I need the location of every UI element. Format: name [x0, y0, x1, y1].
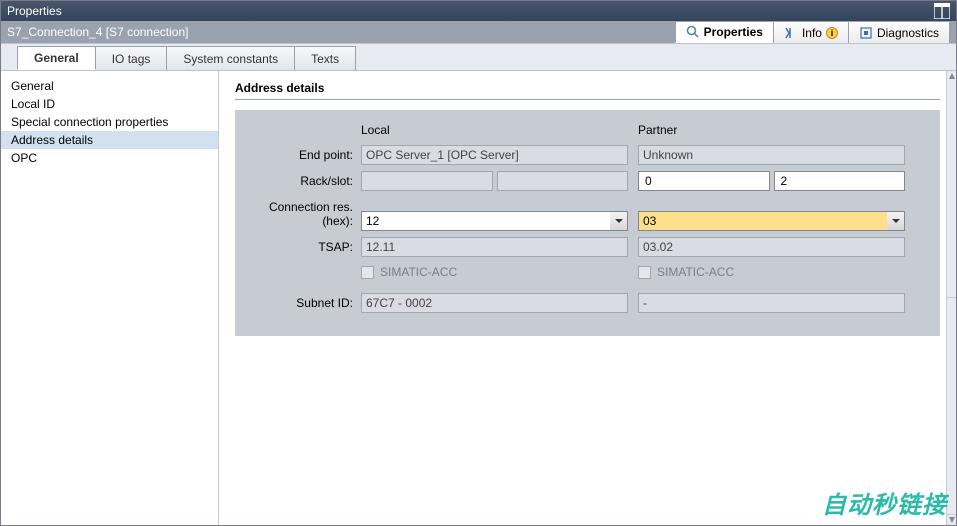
sidebar-item-label: OPC: [11, 151, 37, 165]
label-connres-line2: (hex):: [243, 214, 361, 228]
tab-diagnostics[interactable]: Diagnostics: [848, 21, 950, 43]
tab-info[interactable]: Info i: [773, 21, 849, 43]
sidebar-item-label: General: [11, 79, 54, 93]
info-arrow-icon: [784, 26, 798, 40]
titlebar-title: Properties: [7, 4, 62, 18]
label-tsap: TSAP:: [243, 240, 361, 254]
sidebar-item-label: Local ID: [11, 97, 55, 111]
magnifier-icon: [686, 25, 700, 39]
address-details-form: Local Partner End point: OPC Server_1 [O…: [235, 110, 940, 336]
maintab-system-constants-label: System constants: [183, 52, 278, 66]
right-gutter: [946, 71, 956, 525]
label-subnet: Subnet ID:: [243, 296, 361, 310]
field-value: Unknown: [643, 148, 693, 162]
row-endpoint: End point: OPC Server_1 [OPC Server] Unk…: [243, 144, 924, 166]
maintab-texts-label: Texts: [311, 52, 339, 66]
connres-local-dropdown[interactable]: 12: [361, 211, 628, 231]
row-tsap: TSAP: 12.11 03.02: [243, 236, 924, 258]
slot-local-field: [497, 171, 629, 191]
titlebar: Properties: [1, 1, 956, 21]
gutter-triangle-down-icon[interactable]: [947, 515, 956, 525]
watermark: 自动秒链接: [822, 485, 947, 520]
content-area: Address details Local Partner End point:…: [219, 71, 956, 525]
workarea: General Local ID Special connection prop…: [1, 71, 956, 525]
section-divider: [235, 99, 940, 100]
rack-partner-value[interactable]: [643, 172, 765, 190]
maintab-general[interactable]: General: [17, 46, 96, 70]
tsap-local-field: 12.11: [361, 237, 628, 257]
field-value: 67C7 - 0002: [366, 296, 432, 310]
field-value: 12: [366, 214, 379, 228]
slot-partner-input[interactable]: [774, 171, 906, 191]
panel-layout-icon[interactable]: [934, 3, 950, 19]
tsap-partner-field: 03.02: [638, 237, 905, 257]
rack-local-field: [361, 171, 493, 191]
checkbox-label: SIMATIC-ACC: [380, 265, 457, 279]
gutter-triangle-up-icon[interactable]: [947, 71, 956, 81]
chevron-down-icon[interactable]: [887, 211, 905, 231]
label-endpoint: End point:: [243, 148, 361, 162]
field-value: 03: [643, 214, 656, 228]
maintab-system-constants[interactable]: System constants: [166, 46, 295, 70]
sidebar-item-special-connection[interactable]: Special connection properties: [1, 113, 218, 131]
subtitlebar: S7_Connection_4 [S7 connection] Properti…: [1, 21, 956, 43]
sidebar-item-general[interactable]: General: [1, 77, 218, 95]
maintab-general-label: General: [34, 51, 79, 65]
checkbox-icon: [638, 266, 651, 279]
tab-properties[interactable]: Properties: [675, 21, 774, 43]
chevron-down-icon[interactable]: [610, 211, 628, 231]
field-value: OPC Server_1 [OPC Server]: [366, 148, 519, 162]
section-title: Address details: [219, 71, 956, 97]
sidebar: General Local ID Special connection prop…: [1, 71, 219, 525]
maintab-texts[interactable]: Texts: [294, 46, 356, 70]
col-header-local: Local: [361, 123, 628, 139]
field-value: 03.02: [643, 240, 673, 254]
row-subnet: Subnet ID: 67C7 - 0002 -: [243, 292, 924, 314]
diagnostics-icon: [859, 26, 873, 40]
sidebar-item-label: Address details: [11, 133, 93, 147]
watermark-text: 自动秒链接: [822, 492, 947, 519]
field-value: -: [643, 296, 647, 310]
subnet-partner-field: -: [638, 293, 905, 313]
connres-partner-dropdown[interactable]: 03: [638, 211, 905, 231]
maintab-io-tags-label: IO tags: [112, 52, 151, 66]
simatic-acc-partner-check: SIMATIC-ACC: [638, 265, 734, 279]
endpoint-local-field: OPC Server_1 [OPC Server]: [361, 145, 628, 165]
simatic-acc-local-check: SIMATIC-ACC: [361, 265, 457, 279]
gutter-segment[interactable]: [947, 81, 956, 298]
endpoint-partner-field: Unknown: [638, 145, 905, 165]
maintab-io-tags[interactable]: IO tags: [95, 46, 168, 70]
field-value: 12.11: [366, 240, 395, 254]
sidebar-item-label: Special connection properties: [11, 115, 168, 129]
tab-properties-label: Properties: [704, 25, 763, 39]
tab-diagnostics-label: Diagnostics: [877, 26, 939, 40]
sidebar-item-address-details[interactable]: Address details: [1, 131, 218, 149]
main-tabs: General IO tags System constants Texts: [1, 43, 956, 71]
label-rackslot: Rack/slot:: [243, 174, 361, 188]
checkbox-icon: [361, 266, 374, 279]
rack-partner-input[interactable]: [638, 171, 770, 191]
inspector-tabs: Properties Info i Diagnostics: [676, 21, 950, 43]
col-header-partner: Partner: [638, 123, 905, 139]
sidebar-item-local-id[interactable]: Local ID: [1, 95, 218, 113]
properties-panel: Properties S7_Connection_4 [S7 connectio…: [0, 0, 957, 526]
slot-partner-value[interactable]: [779, 172, 901, 190]
row-rackslot: Rack/slot:: [243, 170, 924, 192]
label-connres-line1: Connection res.: [243, 200, 361, 214]
tab-info-label: Info: [802, 26, 822, 40]
checkbox-label: SIMATIC-ACC: [657, 265, 734, 279]
gutter-segment[interactable]: [947, 298, 956, 515]
sidebar-item-opc[interactable]: OPC: [1, 149, 218, 167]
info-badge-icon: i: [826, 27, 838, 39]
subnet-local-field: 67C7 - 0002: [361, 293, 628, 313]
